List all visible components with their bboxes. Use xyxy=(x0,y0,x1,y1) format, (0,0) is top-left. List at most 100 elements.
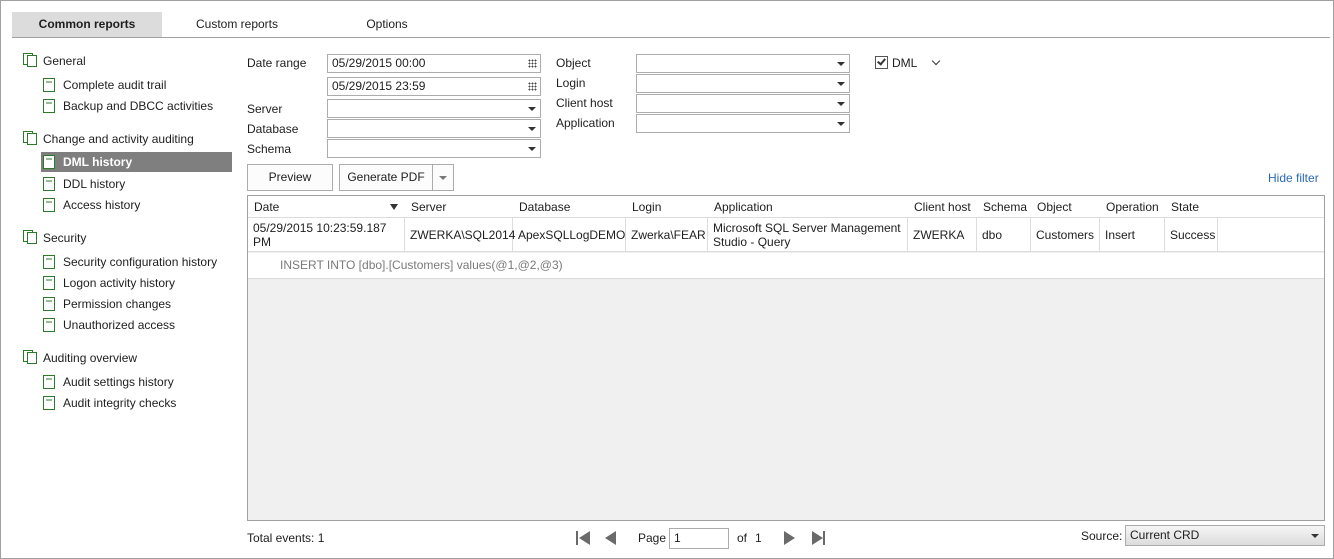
database-select[interactable] xyxy=(327,119,541,138)
grid-header: Date Server Database Login Application C… xyxy=(248,196,1324,218)
column-header-state[interactable]: State xyxy=(1165,196,1218,218)
cell-client-host: ZWERKA xyxy=(908,218,977,252)
calendar-icon[interactable] xyxy=(528,59,537,68)
report-icon xyxy=(43,297,55,311)
cell-object: Customers xyxy=(1031,218,1100,252)
schema-select[interactable] xyxy=(327,139,541,158)
sidebar-item-label: Audit settings history xyxy=(63,375,174,389)
sidebar-item-label: Unauthorized access xyxy=(63,318,176,332)
tab-custom-reports[interactable]: Custom reports xyxy=(162,12,312,37)
sidebar-item-audit-integrity-checks[interactable]: Audit integrity checks xyxy=(41,393,232,413)
chevron-down-icon xyxy=(837,122,845,126)
table-row[interactable]: 05/29/2015 10:23:59.187 PM ZWERKA\SQL201… xyxy=(248,218,1324,252)
nav-group-label: Security xyxy=(43,231,87,245)
chevron-down-icon xyxy=(528,107,536,111)
column-header-date[interactable]: Date xyxy=(248,196,404,218)
report-icon xyxy=(43,318,55,332)
sidebar-item-permission-changes[interactable]: Permission changes xyxy=(41,294,232,314)
report-icon xyxy=(43,99,55,113)
dml-checkbox[interactable] xyxy=(875,56,888,69)
of-label: of xyxy=(737,531,748,545)
last-page-icon xyxy=(812,531,823,545)
next-page-icon xyxy=(784,531,795,545)
cell-database: ApexSQLLogDEMO xyxy=(513,218,626,252)
column-header-application[interactable]: Application xyxy=(708,196,908,218)
page-label: Page xyxy=(638,531,667,545)
report-icon xyxy=(43,375,55,389)
sidebar-item-label: Security configuration history xyxy=(63,255,218,269)
source-value: Current CRD xyxy=(1130,528,1200,542)
chevron-down-icon xyxy=(528,127,536,131)
sidebar-item-ddl-history[interactable]: DDL history xyxy=(41,174,232,194)
sort-desc-icon xyxy=(390,204,398,210)
sidebar-item-label: Audit integrity checks xyxy=(63,396,177,410)
column-header-schema[interactable]: Schema xyxy=(977,196,1031,218)
previous-page-icon xyxy=(605,531,616,545)
window-frame: Common reports Custom reports Options Ge… xyxy=(0,0,1334,559)
date-to-field[interactable]: 05/29/2015 23:59 xyxy=(327,77,541,96)
generate-pdf-button[interactable]: Generate PDF xyxy=(339,164,433,191)
row-detail-sql: INSERT INTO [dbo].[Customers] values(@1,… xyxy=(280,258,563,272)
sidebar-item-security-config-history[interactable]: Security configuration history xyxy=(41,252,232,272)
tab-common-reports[interactable]: Common reports xyxy=(12,12,162,37)
chevron-down-icon xyxy=(837,82,845,86)
column-header-client-host[interactable]: Client host xyxy=(908,196,977,218)
dml-label: DML xyxy=(892,56,918,70)
column-header-database[interactable]: Database xyxy=(513,196,626,218)
chevron-down-icon[interactable] xyxy=(931,56,941,66)
column-header-server[interactable]: Server xyxy=(405,196,513,218)
sidebar-item-label: Access history xyxy=(63,198,141,212)
nav-group-label: Auditing overview xyxy=(43,351,138,365)
cell-server: ZWERKA\SQL2014 xyxy=(405,218,515,252)
chevron-down-icon xyxy=(528,147,536,151)
row-detail: INSERT INTO [dbo].[Customers] values(@1,… xyxy=(248,253,1324,279)
login-label: Login xyxy=(556,76,586,90)
sidebar-item-dml-history[interactable]: DML history xyxy=(41,152,232,172)
sidebar-item-access-history[interactable]: Access history xyxy=(41,195,232,215)
sidebar-item-label: Logon activity history xyxy=(63,276,176,290)
report-group-icon xyxy=(23,350,37,364)
next-page-button[interactable] xyxy=(782,530,798,546)
sidebar-item-logon-activity-history[interactable]: Logon activity history xyxy=(41,273,232,293)
first-page-icon xyxy=(576,531,578,545)
sidebar-item-label: Complete audit trail xyxy=(63,78,167,92)
client-host-select[interactable] xyxy=(636,94,850,113)
application-select[interactable] xyxy=(636,114,850,133)
server-select[interactable] xyxy=(327,99,541,118)
sidebar-item-audit-settings-history[interactable]: Audit settings history xyxy=(41,372,232,392)
report-icon xyxy=(43,78,55,92)
preview-button[interactable]: Preview xyxy=(247,164,333,191)
date-from-field[interactable]: 05/29/2015 00:00 xyxy=(327,54,541,73)
login-select[interactable] xyxy=(636,74,850,93)
page-number-input[interactable]: 1 xyxy=(669,528,729,549)
source-select[interactable]: Current CRD xyxy=(1125,525,1325,546)
source-label: Source: xyxy=(1081,529,1123,543)
last-page-button[interactable] xyxy=(811,530,827,546)
first-page-button[interactable] xyxy=(575,530,591,546)
total-events-label: Total events: 1 xyxy=(247,531,325,545)
cell-date: 05/29/2015 10:23:59.187 PM xyxy=(248,218,405,252)
object-select[interactable] xyxy=(636,54,850,73)
cell-application: Microsoft SQL Server Management Studio -… xyxy=(708,218,908,252)
column-header-login[interactable]: Login xyxy=(626,196,708,218)
column-header-operation[interactable]: Operation xyxy=(1100,196,1165,218)
client-host-label: Client host xyxy=(556,96,613,110)
hide-filter-link[interactable]: Hide filter xyxy=(1268,171,1319,185)
tab-bar: Common reports Custom reports Options xyxy=(12,12,1330,38)
sidebar-item-backup-dbcc[interactable]: Backup and DBCC activities xyxy=(41,96,232,116)
calendar-icon[interactable] xyxy=(528,82,537,91)
date-to-value: 05/29/2015 23:59 xyxy=(332,79,426,93)
sidebar-item-unauthorized-access[interactable]: Unauthorized access xyxy=(41,315,232,335)
nav-group-label: General xyxy=(43,54,86,68)
previous-page-button[interactable] xyxy=(604,530,620,546)
sidebar-item-complete-audit-trail[interactable]: Complete audit trail xyxy=(41,75,232,95)
tab-options[interactable]: Options xyxy=(312,12,462,37)
cell-schema: dbo xyxy=(977,218,1031,252)
report-icon xyxy=(43,155,55,169)
date-from-value: 05/29/2015 00:00 xyxy=(332,56,426,70)
check-icon xyxy=(877,56,886,66)
server-label: Server xyxy=(247,102,283,116)
date-range-label: Date range xyxy=(247,56,307,70)
generate-pdf-dropdown-button[interactable] xyxy=(433,164,454,191)
column-header-object[interactable]: Object xyxy=(1031,196,1100,218)
